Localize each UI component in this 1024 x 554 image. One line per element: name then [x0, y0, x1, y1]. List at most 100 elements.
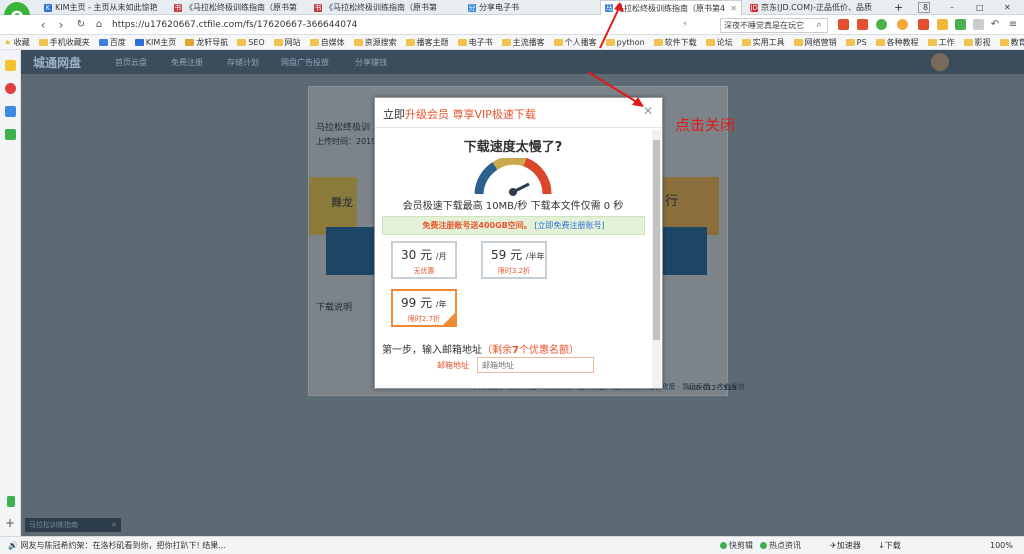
tab-kim[interactable]: K KIM主页 - 主页从未如此惊艳 — [40, 0, 168, 15]
emoji-icon[interactable] — [897, 19, 908, 30]
bookmark-folder[interactable]: 教育考试 — [999, 37, 1024, 48]
bookmark-item[interactable]: 手机收藏夹 — [38, 37, 90, 48]
minimize-icon[interactable]: – — [946, 0, 958, 15]
status-bar: 🔊 网友与陈冠希约架：在洛杉矶看到你，把你打趴下! 结果... 快剪辑 热点资讯… — [0, 536, 1024, 554]
search-icon[interactable]: ⌕ — [812, 18, 826, 32]
speed-text: 会员极速下载最高 10MB/秒 下载本文件仅需 0 秒 — [402, 201, 624, 212]
plugin-icon[interactable] — [876, 19, 887, 30]
news-ticker[interactable]: 🔊 网友与陈冠希约架：在洛杉矶看到你，把你打趴下! 结果... — [8, 537, 226, 554]
url-field[interactable]: https://u17620667.ctfile.com/fs/17620667… — [112, 18, 660, 33]
refresh-icon[interactable]: ↻ — [74, 18, 88, 32]
close-icon[interactable]: ✕ — [643, 104, 653, 118]
close-tab-icon[interactable]: ✕ — [730, 4, 737, 13]
zoom-level[interactable]: 100% — [990, 537, 1013, 554]
bookmark-folder[interactable]: SEO — [237, 38, 265, 47]
bookmark-item[interactable]: KIM主页 — [134, 37, 176, 48]
plan-half-year[interactable]: 59 元 /半年 限时3.2折 — [481, 241, 547, 279]
register-link[interactable]: [立即免费注册账号] — [534, 221, 604, 230]
new-tab-icon[interactable]: + — [890, 0, 904, 15]
accelerator-icon: ✈ — [830, 541, 837, 550]
menu-icon[interactable] — [973, 19, 984, 30]
kim-favicon-icon: K — [44, 3, 52, 12]
back-icon[interactable]: ‹ — [36, 18, 50, 32]
bookmark-item[interactable]: 百度 — [98, 37, 126, 48]
home-icon[interactable]: ⌂ — [92, 18, 106, 32]
jd-favicon-icon: JD — [750, 3, 758, 12]
site-logo[interactable]: 城通网盘 — [33, 54, 81, 71]
bookmark-folder[interactable]: PS — [845, 38, 867, 47]
bookmark-folder[interactable]: 论坛 — [705, 37, 733, 48]
modal-header: 立即升级会员 尊享VIP极速下载 ✕ — [375, 98, 662, 128]
close-window-icon[interactable]: ✕ — [1000, 0, 1014, 15]
bookmark-folder[interactable]: 软件下载 — [653, 37, 697, 48]
bookmark-folder[interactable]: 电子书 — [457, 37, 493, 48]
site-menu-item[interactable]: 网盘广告投放 — [281, 57, 329, 68]
bookmark-folder[interactable]: 个人播客 — [553, 37, 597, 48]
bookmark-folder[interactable]: 工作 — [927, 37, 955, 48]
tab-count-icon[interactable]: 8 — [918, 2, 930, 13]
book-favicon-icon: 书 — [314, 3, 322, 12]
weibo-icon[interactable] — [5, 83, 16, 94]
email-field[interactable] — [477, 357, 594, 373]
site-menu-item[interactable]: 分享赚钱 — [355, 57, 387, 68]
site-menu-item[interactable]: 免费注册 — [171, 57, 203, 68]
star-icon: ★ — [4, 37, 12, 47]
speed-headline: 下载速度太慢了? — [463, 140, 563, 155]
forward-icon[interactable]: › — [54, 18, 68, 32]
page-favicon-icon: 马 — [605, 4, 613, 12]
share-widget[interactable]: 马拉松训练指南 ✕ — [25, 518, 121, 532]
favorites-sidebar-icon[interactable] — [5, 60, 16, 71]
video-icon[interactable] — [5, 129, 16, 140]
download-icon: ↓ — [878, 541, 885, 550]
status-item[interactable]: ✈加速器 — [830, 537, 861, 554]
bookmark-folder[interactable]: 影视 — [963, 37, 991, 48]
status-item[interactable]: 快剪辑 — [720, 537, 753, 554]
status-item[interactable]: 热点资讯 — [760, 537, 801, 554]
share-favicon-icon: 分 — [468, 3, 476, 12]
more-icon[interactable]: ≡ — [1006, 18, 1020, 32]
tab-active[interactable]: 马 马拉松终极训练指南（原书第4 ✕ — [600, 0, 742, 15]
selected-check-icon — [443, 313, 455, 325]
lightning-icon[interactable]: ⚡ — [678, 18, 692, 32]
bookmarks-bar: ★ 收藏 手机收藏夹 百度 KIM主页 龙轩导航 SEO 网站 自媒体 资源搜索… — [0, 35, 1024, 50]
browser-sidebar: + — [0, 50, 21, 544]
tools-icon[interactable] — [857, 19, 868, 30]
status-item[interactable]: ↓下载 — [878, 537, 901, 554]
speedometer-icon — [474, 158, 552, 196]
plan-monthly[interactable]: 30 元 /月 无优惠 — [391, 241, 457, 279]
extension-icon[interactable] — [838, 19, 849, 30]
bookmark-folder[interactable]: 主流播客 — [501, 37, 545, 48]
avatar[interactable] — [931, 53, 949, 71]
tab-jd[interactable]: JD 京东(JD.COM)-正品低价、品质 — [746, 0, 882, 15]
step-one-label: 第一步，输入邮箱地址（剩余7个优惠名额） — [382, 345, 579, 356]
bookmark-folder[interactable]: 网络营销 — [793, 37, 837, 48]
close-widget-icon: ✕ — [111, 521, 117, 529]
battery-icon[interactable] — [7, 496, 15, 507]
bookmark-favorites[interactable]: ★ 收藏 — [4, 37, 30, 48]
bookmark-folder[interactable]: 网站 — [273, 37, 301, 48]
tab-book-1[interactable]: 书 《马拉松终极训练指南（原书第 — [170, 0, 306, 15]
undo-icon[interactable]: ↶ — [988, 18, 1002, 32]
email-label: 邮箱地址 — [437, 361, 469, 370]
modal-scrollbar[interactable] — [652, 130, 661, 388]
bookmark-folder[interactable]: 实用工具 — [741, 37, 785, 48]
plan-yearly[interactable]: 99 元 /年 限时2.7折 — [391, 289, 457, 327]
add-sidebar-icon[interactable]: + — [5, 517, 16, 529]
bookmark-folder[interactable]: 各种教程 — [875, 37, 919, 48]
site-menu-item[interactable]: 存储计划 — [227, 57, 259, 68]
profile-icon[interactable] — [937, 19, 948, 30]
game-icon[interactable] — [918, 19, 929, 30]
bookmark-folder[interactable]: python — [605, 38, 645, 47]
mail-icon[interactable] — [5, 106, 16, 117]
bookmark-item[interactable]: 龙轩导航 — [185, 37, 228, 48]
maximize-icon[interactable]: □ — [972, 0, 984, 15]
apps-icon[interactable] — [955, 19, 966, 30]
tab-book-2[interactable]: 书 《马拉松终极训练指南（原书第 — [310, 0, 450, 15]
bookmark-folder[interactable]: 资源搜索 — [353, 37, 397, 48]
tab-share[interactable]: 分 分享电子书 — [464, 0, 594, 15]
modal-title: 立即升级会员 尊享VIP极速下载 — [383, 108, 536, 121]
bookmark-folder[interactable]: 播客主题 — [405, 37, 449, 48]
address-bar: ‹ › ↻ ⌂ https://u17620667.ctfile.com/fs/… — [0, 15, 1024, 35]
bookmark-folder[interactable]: 自媒体 — [309, 37, 345, 48]
site-menu-item[interactable]: 首页云盘 — [115, 57, 147, 68]
